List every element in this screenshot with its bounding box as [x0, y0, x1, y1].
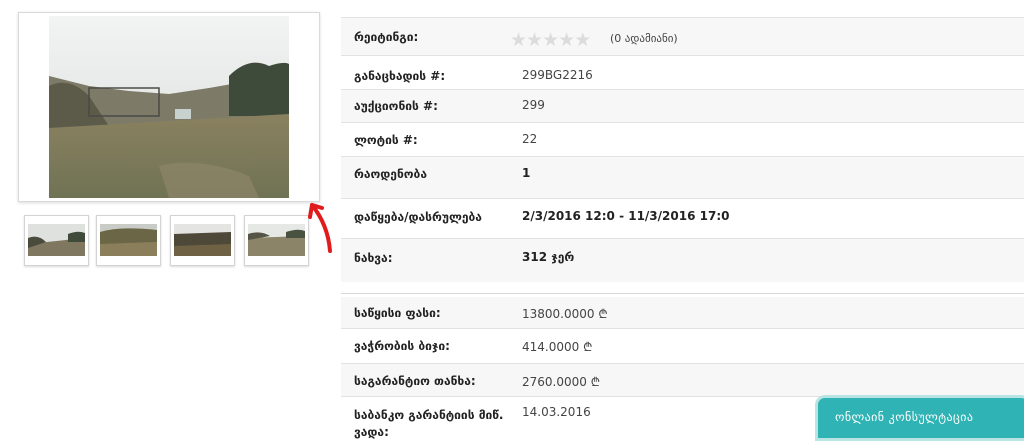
thumbnail-2[interactable] [96, 215, 161, 266]
detail-row-dates: დაწყება/დასრულება 2/3/2016 12:0 - 11/3/2… [341, 198, 1024, 238]
thumbnail-3[interactable] [170, 215, 235, 266]
detail-row-lot: ლოტის #: 22 [341, 122, 1024, 156]
bank-guarantee-value: 14.03.2016 [522, 405, 591, 419]
star-icon[interactable]: ★ [558, 29, 575, 51]
views-value: 312 ჯერ [522, 250, 575, 264]
quantity-label: რაოდენობა [354, 167, 427, 181]
bid-step-value: 414.0000 ₾ [522, 340, 593, 354]
star-icon[interactable]: ★ [526, 29, 543, 51]
main-photo[interactable] [18, 12, 320, 202]
lot-details: რეიტინგი: ★★★★★ (0 ადამიანი) განაცხადის … [341, 17, 1024, 282]
thumbnail-4-image [248, 224, 305, 256]
star-icon[interactable]: ★ [574, 29, 591, 51]
lot-label: ლოტის #: [354, 133, 418, 147]
auction-label: აუქციონის #: [354, 99, 438, 113]
star-icon[interactable]: ★ [542, 29, 559, 51]
rating-label: რეიტინგი: [354, 30, 419, 44]
thumbnail-1-image [28, 224, 85, 256]
detail-row-rating: რეიტინგი: ★★★★★ (0 ადამიანი) [341, 17, 1024, 55]
detail-row-bid-step: ვაჭრობის ბიჯი: 414.0000 ₾ [341, 328, 1024, 363]
thumbnail-strip [24, 215, 314, 266]
guarantee-label: საგარანტიო თანხა: [354, 374, 476, 388]
bid-step-label: ვაჭრობის ბიჯი: [354, 339, 450, 353]
application-value: 299BG2216 [522, 68, 593, 82]
detail-row-auction: აუქციონის #: 299 [341, 89, 1024, 122]
detail-row-quantity: რაოდენობა 1 [341, 156, 1024, 198]
rating-stars[interactable]: ★★★★★ [510, 29, 591, 51]
red-arrow-annotation [308, 203, 332, 253]
views-label: ნახვა: [354, 251, 393, 265]
lot-value: 22 [522, 132, 538, 146]
detail-row-start-price: საწყისი ფასი: 13800.0000 ₾ [341, 297, 1024, 328]
online-consultation-label: ონლაინ კონსულტაცია [835, 410, 974, 424]
rating-votes: (0 ადამიანი) [610, 32, 678, 45]
detail-row-guarantee: საგარანტიო თანხა: 2760.0000 ₾ [341, 363, 1024, 396]
star-icon[interactable]: ★ [510, 29, 527, 51]
thumbnail-1[interactable] [24, 215, 89, 266]
detail-row-application: განაცხადის #: 299BG2216 [341, 55, 1024, 89]
bank-guarantee-label: საბანკო გარანტიის მიწ. ვადა: [354, 408, 504, 439]
guarantee-value: 2760.0000 ₾ [522, 375, 600, 389]
online-consultation-button[interactable]: ონლაინ კონსულტაცია [818, 398, 1024, 438]
quantity-value: 1 [522, 166, 531, 180]
dates-label: დაწყება/დასრულება [354, 210, 482, 224]
application-label: განაცხადის #: [354, 69, 446, 83]
detail-row-views: ნახვა: 312 ჯერ [341, 238, 1024, 282]
start-price-value: 13800.0000 ₾ [522, 307, 608, 321]
thumbnail-2-image [100, 224, 157, 256]
thumbnail-3-image [174, 224, 231, 256]
auction-value: 299 [522, 98, 545, 112]
main-photo-image [49, 16, 289, 198]
dates-value: 2/3/2016 12:0 - 11/3/2016 17:0 [522, 209, 730, 223]
start-price-label: საწყისი ფასი: [354, 306, 441, 320]
section-divider [341, 293, 1024, 294]
